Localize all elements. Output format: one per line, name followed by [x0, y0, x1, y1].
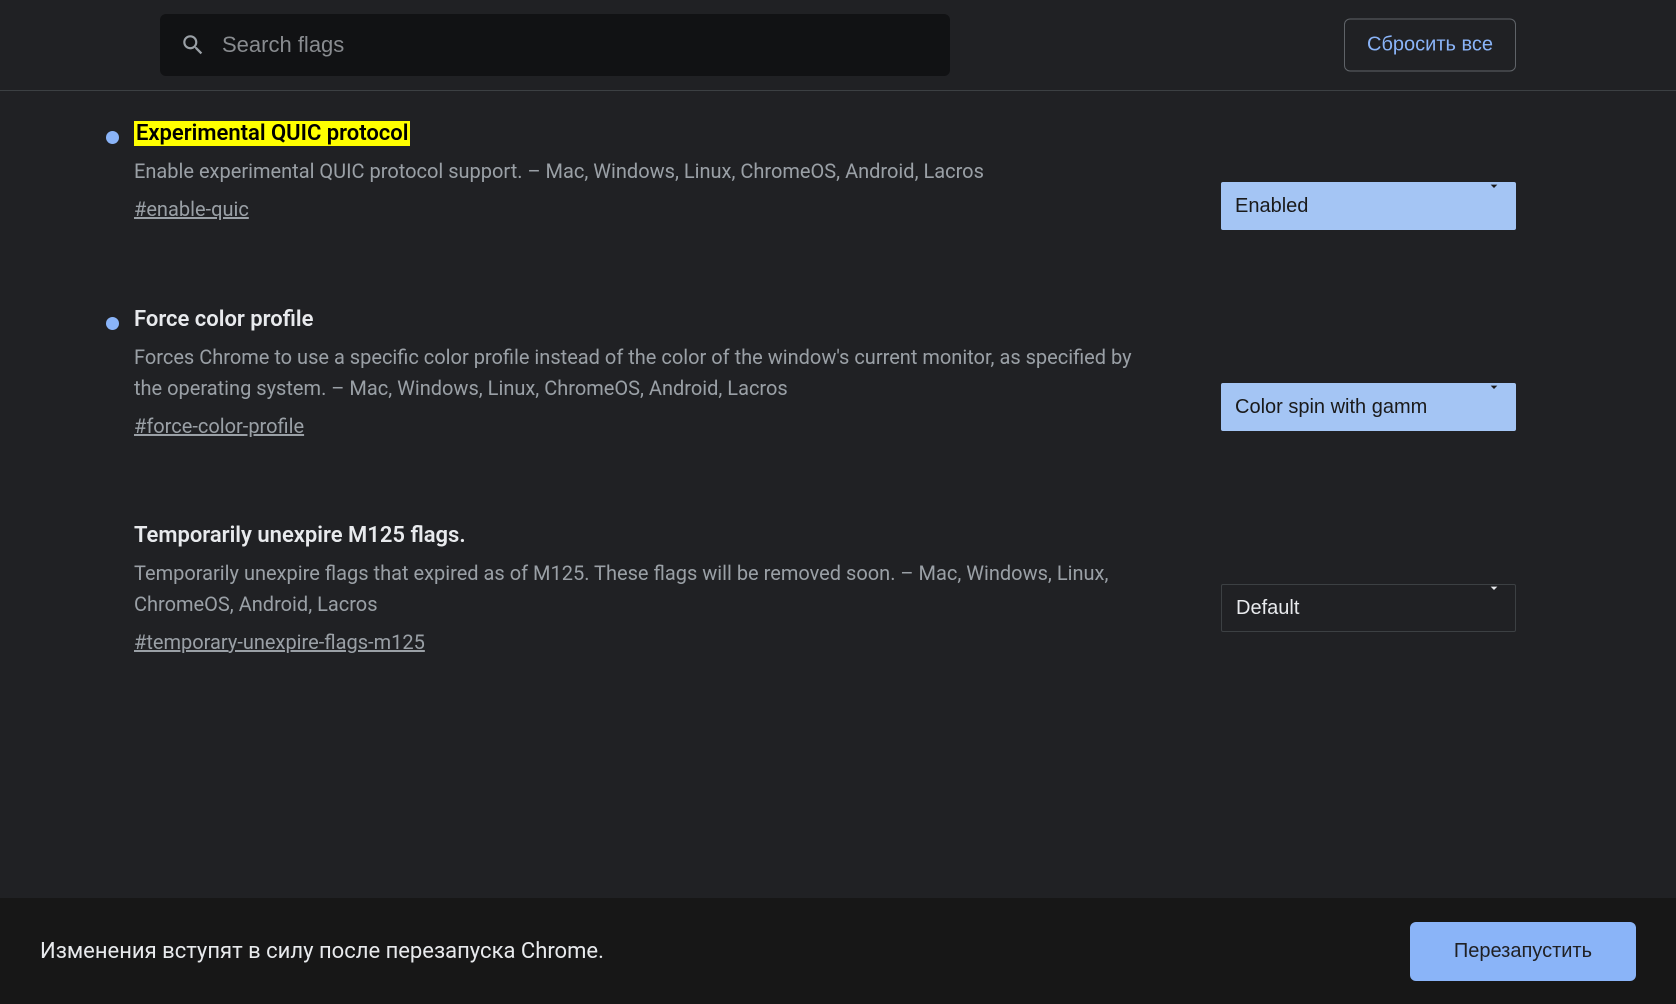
- header-bar: Сбросить все: [0, 0, 1676, 91]
- search-container: [160, 14, 950, 76]
- search-icon: [180, 32, 206, 58]
- flag-select[interactable]: Default: [1221, 584, 1516, 632]
- reset-all-button[interactable]: Сбросить все: [1344, 19, 1516, 72]
- flag-info: Experimental QUIC protocol Enable experi…: [100, 121, 1221, 221]
- flag-select-wrap: Color spin with gamm: [1221, 343, 1516, 431]
- flag-item: Force color profile Forces Chrome to use…: [100, 307, 1516, 467]
- restart-message: Изменения вступят в силу после перезапус…: [40, 939, 604, 964]
- flag-select-wrap: Default: [1221, 544, 1516, 632]
- flag-info: Temporarily unexpire M125 flags. Tempora…: [100, 523, 1221, 654]
- flag-title: Temporarily unexpire M125 flags.: [134, 523, 466, 548]
- flag-select[interactable]: Color spin with gamm: [1221, 383, 1516, 431]
- modified-dot-icon: [106, 131, 119, 144]
- flag-select[interactable]: Enabled: [1221, 182, 1516, 230]
- flag-hash-link[interactable]: #enable-quic: [134, 197, 249, 221]
- flags-list: Experimental QUIC protocol Enable experi…: [0, 91, 1676, 654]
- flag-title: Experimental QUIC protocol: [134, 121, 410, 146]
- flag-item: Temporarily unexpire M125 flags. Tempora…: [100, 523, 1516, 654]
- modified-dot-icon: [106, 317, 119, 330]
- flag-description: Temporarily unexpire flags that expired …: [134, 558, 1164, 620]
- restart-bar: Изменения вступят в силу после перезапус…: [0, 898, 1676, 1004]
- flag-hash-link[interactable]: #force-color-profile: [134, 414, 304, 438]
- flag-description: Enable experimental QUIC protocol suppor…: [134, 156, 1164, 187]
- flag-description: Forces Chrome to use a specific color pr…: [134, 342, 1164, 404]
- flag-title: Force color profile: [134, 307, 313, 332]
- flag-hash-link[interactable]: #temporary-unexpire-flags-m125: [134, 630, 425, 654]
- flag-item: Experimental QUIC protocol Enable experi…: [100, 121, 1516, 251]
- search-input[interactable]: [222, 32, 930, 58]
- restart-button[interactable]: Перезапустить: [1410, 922, 1636, 981]
- flag-info: Force color profile Forces Chrome to use…: [100, 307, 1221, 438]
- flag-select-wrap: Enabled: [1221, 142, 1516, 230]
